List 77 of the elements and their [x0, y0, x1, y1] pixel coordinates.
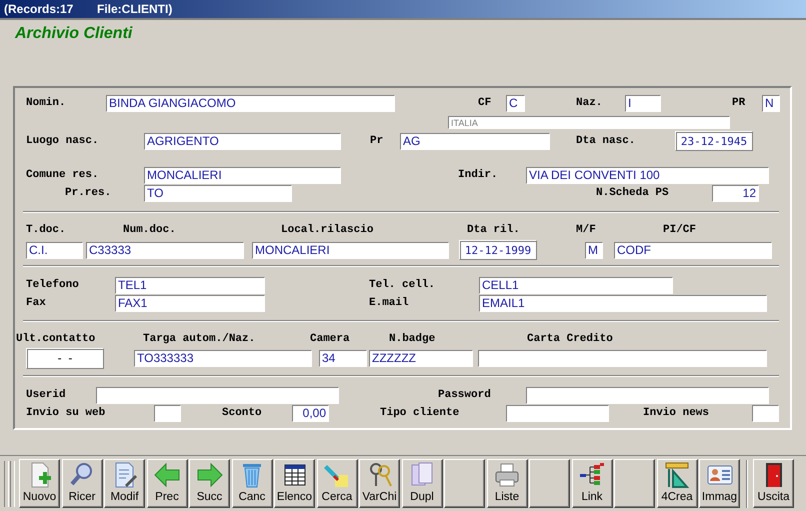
field-label: Camera — [310, 333, 350, 345]
field-label: N.badge — [389, 333, 436, 345]
field-label: Telefono — [26, 279, 79, 291]
field-label: Nomin. — [26, 97, 66, 109]
field-label: Ult.contatto — [16, 333, 96, 345]
field-label: Targa autom./Naz. — [143, 333, 256, 345]
toolbar-button[interactable]: Liste — [486, 459, 528, 508]
field-label: Password — [438, 389, 491, 401]
toolbar-button[interactable]: Ricer — [62, 459, 102, 508]
field-label: E.mail — [369, 297, 409, 309]
toolbar-button[interactable]: Nuovo — [19, 459, 60, 508]
input-field[interactable]: AGRIGENTO — [144, 132, 341, 150]
date-field[interactable]: 12-12-1999 — [459, 240, 537, 260]
field-label: Local.rilascio — [281, 224, 374, 236]
input-field[interactable]: AG — [400, 132, 550, 150]
records-count: (Records:17 — [4, 2, 74, 16]
field-label: Invio news — [643, 407, 710, 419]
form-title: Archivio Clienti — [15, 24, 134, 44]
field-label: N.Scheda PS — [596, 187, 669, 199]
input-field[interactable]: I — [625, 94, 661, 112]
field-label: Num.doc. — [123, 224, 176, 236]
field-label: M/F — [576, 224, 596, 236]
toolbar-button[interactable]: Modif — [104, 459, 145, 508]
field-label: Indir. — [458, 169, 498, 181]
field-label: Tel. cell. — [369, 279, 436, 291]
field-label: Dta ril. — [467, 224, 520, 236]
input-field[interactable]: C33333 — [86, 242, 244, 258]
date-field[interactable]: 23-12-1945 — [675, 131, 753, 151]
field-label: Comune res. — [26, 169, 99, 181]
field-label: Userid — [26, 389, 66, 401]
input-field[interactable]: ZZZZZZ — [369, 350, 473, 366]
input-field[interactable]: 12 — [712, 184, 759, 202]
field-label: Carta Credito — [527, 333, 613, 345]
input-field[interactable]: TEL1 — [115, 276, 265, 294]
input-field[interactable]: MONCALIERI — [144, 166, 341, 184]
field-label: Luogo nasc. — [26, 135, 99, 147]
input-field[interactable]: CELL1 — [479, 276, 673, 294]
input-field[interactable]: VIA DEI CONVENTI 100 — [526, 166, 769, 184]
field-label: PI/CF — [663, 224, 696, 236]
input-field[interactable]: TO — [144, 184, 292, 202]
field-label: Fax — [26, 297, 46, 309]
field-label: Sconto — [222, 407, 262, 419]
toolbar-button[interactable]: Succ — [189, 459, 230, 508]
input-field[interactable]: BINDA GIANGIACOMO — [106, 94, 395, 112]
input-field[interactable]: FAX1 — [115, 294, 265, 312]
input-field[interactable]: M — [585, 242, 603, 258]
toolbar-button[interactable]: Cerca — [316, 459, 358, 508]
field-label: Pr — [370, 135, 384, 147]
toolbar-button[interactable]: Canc — [232, 459, 272, 508]
input-field[interactable]: EMAIL1 — [479, 294, 767, 312]
input-field[interactable]: TO333333 — [134, 350, 312, 366]
input-field[interactable]: CODF — [614, 242, 772, 258]
input-field[interactable]: 34 — [319, 350, 367, 366]
toolbar-button[interactable]: Immag — [699, 459, 740, 508]
field-label: CF — [478, 97, 492, 109]
input-field[interactable]: C.I. — [26, 242, 83, 258]
field-label: Dta nasc. — [576, 135, 636, 147]
toolbar-button[interactable]: Link — [572, 459, 612, 508]
field-label: Invio su web — [26, 407, 106, 419]
field-label: T.doc. — [26, 224, 66, 236]
toolbar-button[interactable]: 4Crea — [656, 459, 698, 508]
input-field[interactable]: C — [506, 94, 525, 112]
input-field[interactable]: ITALIA — [448, 116, 730, 129]
file-name: File:CLIENTI) — [97, 2, 172, 16]
toolbar-button[interactable]: Uscita — [753, 459, 794, 508]
input-field[interactable]: MONCALIERI — [252, 242, 449, 258]
field-label: Tipo cliente — [380, 407, 460, 419]
field-label: Naz. — [576, 97, 602, 109]
toolbar-button[interactable]: Elenco — [274, 459, 315, 508]
toolbar-button[interactable]: Prec — [146, 459, 188, 508]
toolbar-button[interactable]: VarChi — [359, 459, 400, 508]
input-field[interactable]: 0,00 — [292, 404, 329, 422]
toolbar-button[interactable]: Dupl — [402, 459, 442, 508]
field-label: Pr.res. — [65, 187, 112, 199]
field-label: PR — [732, 97, 746, 109]
input-field[interactable]: N — [762, 94, 780, 112]
input-field[interactable]: - - — [26, 348, 104, 368]
